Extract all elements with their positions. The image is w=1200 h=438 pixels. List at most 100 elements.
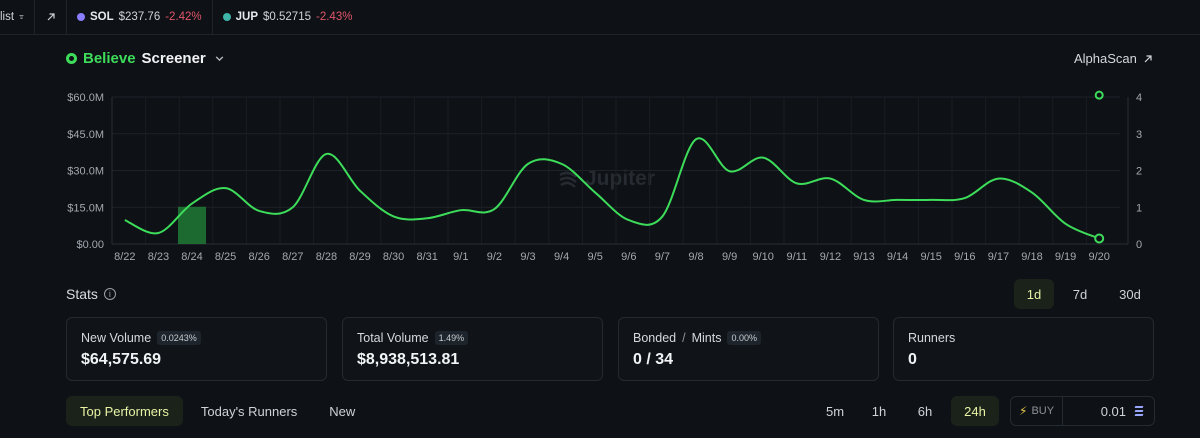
watchlist-label: list (0, 11, 15, 23)
volume-chart[interactable]: $60.0M $45.0M $30.0M $15.0M $0.00 4 3 2 1 0 8/22 8/… (0, 80, 1200, 270)
sol-coin-icon (77, 13, 85, 21)
alphascan-label: AlphaScan (1074, 51, 1137, 66)
x-tick-label: 9/5 (588, 251, 603, 263)
card-value: $64,575.69 (81, 351, 162, 368)
timeframe-24h-button[interactable]: 24h (951, 396, 999, 426)
tab-todays-runners[interactable]: Today's Runners (187, 396, 311, 426)
x-tick-label: 9/3 (520, 251, 535, 263)
quick-buy-box: ⚡ BUY (1010, 396, 1155, 426)
x-tick-label: 8/31 (416, 251, 437, 263)
last-point-marker (1094, 233, 1105, 244)
x-tick-label: 9/14 (887, 251, 908, 263)
y-right-tick-label: 1 (1136, 202, 1142, 214)
y-right-tick-label: 3 (1136, 129, 1142, 141)
ticker-item-jup[interactable]: JUP $0.52715 -2.43% (213, 0, 363, 35)
x-tick-label: 8/28 (316, 251, 337, 263)
stats-heading: Stats i (66, 286, 116, 302)
sol-token-icon (1130, 406, 1148, 416)
stat-card-new-volume: New Volume 0.0243% $64,575.69 (66, 317, 327, 381)
token-list-tabs: Top Performers Today's Runners New (66, 396, 369, 426)
card-label-secondary: Mints (691, 331, 722, 345)
x-tick-label: 9/9 (722, 251, 737, 263)
x-tick-label: 9/13 (853, 251, 874, 263)
alphascan-link[interactable]: AlphaScan (1074, 51, 1153, 66)
label-separator: / (682, 331, 686, 345)
percent-badge: 0.00% (727, 331, 761, 345)
ticker-item-sol[interactable]: SOL $237.76 -2.42% (67, 0, 213, 35)
tab-top-performers[interactable]: Top Performers (66, 396, 183, 426)
info-icon[interactable]: i (103, 288, 116, 300)
stat-card-total-volume: Total Volume 1.49% $8,938,513.81 (342, 317, 603, 381)
x-tick-label: 9/18 (1021, 251, 1042, 263)
period-selector: 1d 7d 30d (1014, 279, 1154, 309)
card-label-row: New Volume 0.0243% (81, 331, 312, 345)
period-30d-button[interactable]: 30d (1106, 279, 1154, 309)
card-label-row: Bonded / Mints 0.00% (633, 331, 864, 345)
buy-label: BUY (1031, 405, 1055, 417)
card-label-row: Total Volume 1.49% (357, 331, 588, 345)
believe-logo-icon (66, 53, 77, 64)
arrow-up-right-icon (1144, 54, 1152, 62)
ticker-symbol: JUP (235, 11, 259, 23)
card-value: 0 / 34 (633, 351, 674, 368)
stat-card-runners: Runners 0 (893, 317, 1154, 381)
screener-selector[interactable]: Believe Screener (66, 50, 225, 67)
brand-name: Believe (83, 50, 136, 67)
y-left-tick-label: $30.0M (67, 166, 104, 178)
ticker-symbol: SOL (90, 11, 114, 23)
card-label: Bonded (633, 331, 677, 345)
timeframe-6h-button[interactable]: 6h (903, 396, 947, 426)
chevron-down-icon (215, 56, 224, 62)
ticker-change: -2.42% (165, 11, 202, 23)
period-1d-button[interactable]: 1d (1014, 279, 1054, 309)
card-label: Total Volume (357, 331, 429, 345)
ticker-change: -2.43% (316, 11, 353, 23)
timeframe-1h-button[interactable]: 1h (859, 396, 899, 426)
x-tick-label: 9/4 (554, 251, 569, 263)
filter-icon (19, 15, 24, 19)
page-title: Screener (141, 50, 206, 67)
y-left-tick-label: $45.0M (67, 129, 104, 141)
watchlist-tab[interactable]: list (0, 0, 35, 35)
buy-amount-input[interactable] (1063, 403, 1130, 419)
y-right-tick-label: 4 (1136, 92, 1142, 104)
y-left-tick-label: $15.0M (67, 202, 104, 214)
stat-card-bonded-mints: Bonded / Mints 0.00% 0 / 34 (618, 317, 879, 381)
x-tick-label: 9/1 (453, 251, 468, 263)
y-right-tick-label: 0 (1136, 239, 1142, 251)
card-label: New Volume (81, 331, 152, 345)
x-tick-label: 9/7 (655, 251, 670, 263)
x-tick-label: 8/24 (181, 251, 202, 263)
card-label-row: Runners (908, 331, 1139, 345)
x-tick-label: 8/30 (383, 251, 404, 263)
expand-ticker-button[interactable] (35, 0, 67, 35)
lightning-icon: ⚡ (1019, 404, 1028, 418)
period-7d-button[interactable]: 7d (1058, 279, 1102, 309)
y-left-tick-label: $0.00 (76, 239, 104, 251)
x-tick-label: 9/10 (752, 251, 773, 263)
ticker-bar: list SOL $237.76 -2.42% JUP $0.52715 -2.… (0, 0, 1200, 35)
percent-badge: 0.0243% (157, 331, 201, 345)
x-tick-label: 9/16 (954, 251, 975, 263)
tab-new[interactable]: New (315, 396, 369, 426)
x-tick-label: 9/12 (820, 251, 841, 263)
x-tick-label: 9/8 (688, 251, 703, 263)
stats-title: Stats (66, 286, 98, 302)
card-value: 0 (908, 351, 917, 368)
x-tick-label: 8/29 (349, 251, 370, 263)
jup-coin-icon (222, 13, 231, 21)
timeframe-selector: 5m 1h 6h 24h (815, 396, 999, 426)
x-tick-label: 9/2 (487, 251, 502, 263)
x-tick-label: 9/11 (787, 251, 808, 263)
percent-badge: 1.49% (434, 331, 469, 345)
ticker-price: $0.52715 (263, 11, 311, 23)
ticker-price: $237.76 (118, 11, 161, 23)
card-label: Runners (908, 331, 956, 345)
y-left-tick-label: $60.0M (67, 92, 104, 104)
timeframe-5m-button[interactable]: 5m (815, 396, 855, 426)
x-tick-label: 9/19 (1055, 251, 1076, 263)
x-tick-label: 8/25 (215, 251, 236, 263)
x-tick-label: 8/22 (114, 251, 135, 263)
x-tick-label: 8/23 (148, 251, 169, 263)
quick-buy-label: ⚡ BUY (1011, 397, 1064, 425)
